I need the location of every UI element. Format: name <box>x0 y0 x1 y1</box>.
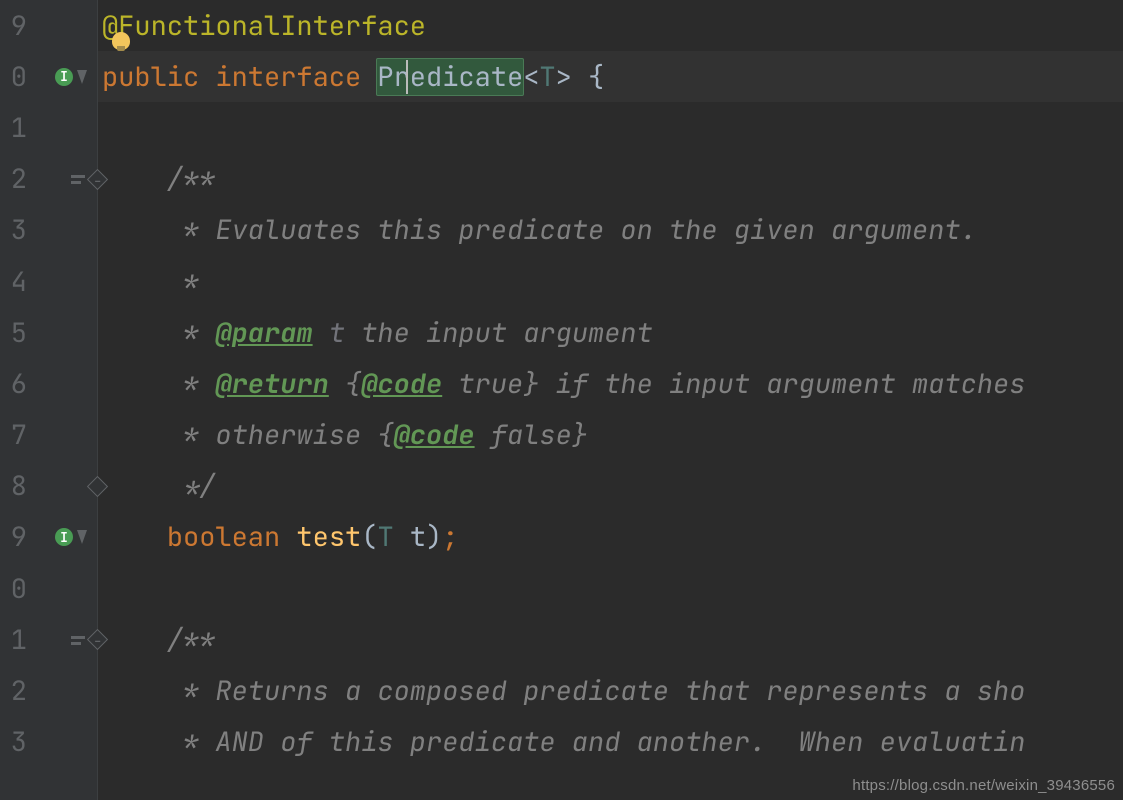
wrap-icon <box>69 172 87 186</box>
line-number: 5 <box>5 315 27 351</box>
token-typeParam: T <box>539 59 555 95</box>
line-number: 3 <box>5 724 27 760</box>
token-comment: * Returns a composed predicate that repr… <box>102 673 1025 709</box>
gutter-row[interactable]: 9 <box>0 0 97 51</box>
token-kw: public <box>102 59 215 95</box>
line-number: 1 <box>5 110 27 146</box>
implements-icon[interactable]: I <box>55 68 73 86</box>
token-comment: * otherwise { <box>102 417 394 453</box>
gutter-icons: I <box>27 68 87 86</box>
gutter-icons: I <box>27 528 87 546</box>
gutter-row[interactable]: 4 <box>0 256 97 307</box>
token-comment: * <box>102 315 215 351</box>
line-number: 4 <box>5 264 27 300</box>
line-number: 9 <box>5 8 27 44</box>
line-number: 8 <box>5 468 27 504</box>
token-doctag: @code <box>394 417 475 453</box>
token-comment: /** <box>102 161 215 197</box>
token-plain: t <box>410 519 426 555</box>
token-doctag: @param <box>215 315 312 351</box>
token-typeParam: T <box>377 519 409 555</box>
line-number: 3 <box>5 212 27 248</box>
token-plain <box>102 519 167 555</box>
token-comment: * AND of this predicate and another. Whe… <box>102 724 1025 760</box>
token-doctag: @return <box>215 366 328 402</box>
code-line[interactable]: * <box>98 256 1123 307</box>
gutter-row[interactable]: 1 <box>0 614 97 665</box>
line-number: 2 <box>5 161 27 197</box>
token-comment: the input argument <box>345 315 653 351</box>
token-paramName: t <box>329 315 345 351</box>
line-number: 2 <box>5 673 27 709</box>
token-comment: /** <box>102 622 215 658</box>
token-method: test <box>296 519 361 555</box>
code-line[interactable] <box>98 102 1123 153</box>
token-plain: Predicate <box>376 58 524 96</box>
gutter-icons <box>27 633 87 647</box>
token-punct: ( <box>361 519 377 555</box>
code-line[interactable]: * AND of this predicate and another. Whe… <box>98 717 1123 768</box>
intention-bulb-icon[interactable] <box>112 32 130 50</box>
override-down-icon[interactable] <box>77 70 87 84</box>
code-line[interactable]: * Returns a composed predicate that repr… <box>98 665 1123 716</box>
line-number: 7 <box>5 417 27 453</box>
text-caret <box>406 60 408 94</box>
wrap-icon <box>69 633 87 647</box>
line-number: 9 <box>5 519 27 555</box>
token-comment: false} <box>475 417 588 453</box>
token-punct: > { <box>556 59 605 95</box>
code-line[interactable]: */ <box>98 461 1123 512</box>
token-punct: ) <box>426 519 442 555</box>
line-number: 6 <box>5 366 27 402</box>
code-line[interactable]: boolean test(T t); <box>98 512 1123 563</box>
gutter-row[interactable]: 2 <box>0 154 97 205</box>
line-number: 1 <box>5 622 27 658</box>
gutter-row[interactable]: 9I <box>0 512 97 563</box>
gutter-row[interactable]: 5 <box>0 307 97 358</box>
token-comment: { <box>329 366 361 402</box>
line-number: 0 <box>5 571 27 607</box>
gutter-row[interactable]: 7 <box>0 410 97 461</box>
token-doctag: @code <box>361 366 442 402</box>
token-kw: boolean <box>167 519 297 555</box>
gutter-row[interactable]: 1 <box>0 102 97 153</box>
code-line[interactable]: * otherwise {@code false} <box>98 410 1123 461</box>
override-down-icon[interactable] <box>77 530 87 544</box>
implements-icon[interactable]: I <box>55 528 73 546</box>
watermark-text: https://blog.csdn.net/weixin_39436556 <box>852 777 1115 794</box>
editor[interactable]: 90I123456789I0123 @FunctionalInterfacepu… <box>0 0 1123 800</box>
token-comment: true} if the input argument matches <box>442 366 1025 402</box>
token-semicolon: ; <box>442 519 458 555</box>
code-line[interactable]: @FunctionalInterface <box>98 0 1123 51</box>
gutter-row[interactable]: 3 <box>0 205 97 256</box>
code-line[interactable]: * @param t the input argument <box>98 307 1123 358</box>
code-line[interactable]: /** <box>98 154 1123 205</box>
gutter-row[interactable]: 3 <box>0 717 97 768</box>
token-comment: * <box>102 264 199 300</box>
code-line[interactable] <box>98 563 1123 614</box>
gutter-row[interactable]: 2 <box>0 665 97 716</box>
gutter-icons <box>27 172 87 186</box>
token-kw: interface <box>215 59 377 95</box>
token-anno: @FunctionalInterface <box>102 8 426 44</box>
gutter-row[interactable]: 6 <box>0 358 97 409</box>
code-line[interactable]: /** <box>98 614 1123 665</box>
gutter-row[interactable]: 0I <box>0 51 97 102</box>
gutter-row[interactable]: 0 <box>0 563 97 614</box>
line-number: 0 <box>5 59 27 95</box>
code-line[interactable]: public interface Predicate<T> { <box>98 51 1123 102</box>
token-comment: */ <box>102 468 215 504</box>
token-comment: * <box>102 366 215 402</box>
gutter-row[interactable]: 8 <box>0 461 97 512</box>
gutter: 90I123456789I0123 <box>0 0 98 800</box>
token-punct: < <box>523 59 539 95</box>
code-line[interactable]: * Evaluates this predicate on the given … <box>98 205 1123 256</box>
token-comment: * Evaluates this predicate on the given … <box>102 212 977 248</box>
token-comment <box>313 315 329 351</box>
code-area[interactable]: @FunctionalInterface public interface Pre… <box>98 0 1123 800</box>
code-line[interactable]: * @return {@code true} if the input argu… <box>98 358 1123 409</box>
